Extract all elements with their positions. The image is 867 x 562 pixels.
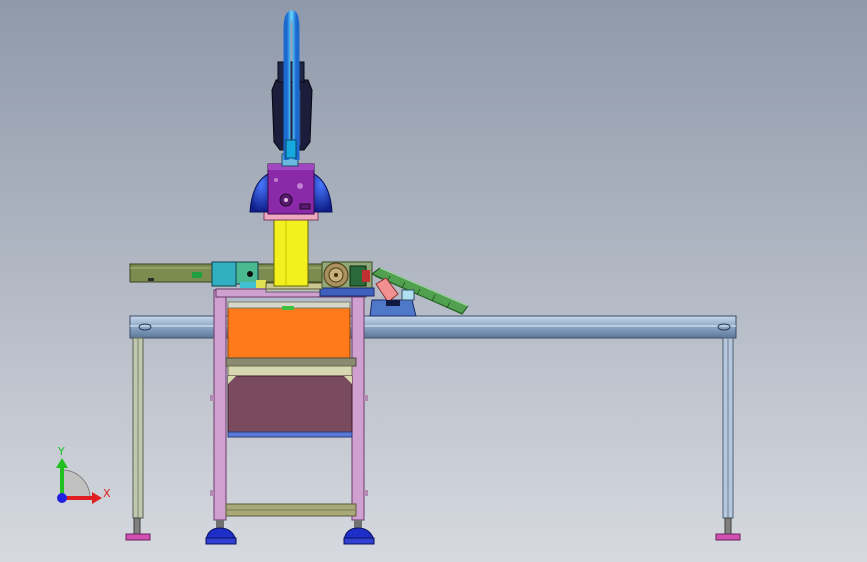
cabinet-post-left[interactable] [213, 289, 227, 521]
bin-shelf [225, 357, 357, 367]
sensor-green [192, 272, 202, 278]
foot-pad-left[interactable] [125, 533, 151, 541]
foot-screw-left [133, 517, 141, 535]
foot-screw-right [724, 517, 732, 535]
maroon-box[interactable] [227, 375, 353, 435]
cad-model-canvas[interactable]: Y X [0, 0, 867, 562]
orange-bin[interactable] [227, 305, 351, 363]
foot-pad-right[interactable] [715, 533, 741, 541]
y-axis-label: Y [57, 445, 65, 458]
x-axis-label: X [103, 487, 111, 500]
middle-rail [227, 365, 353, 377]
motor-encoder [277, 61, 305, 83]
cabinet[interactable] [205, 288, 375, 545]
yellow-column[interactable] [273, 219, 309, 287]
conveyor-block-teal [211, 261, 237, 287]
conveyor-block-yellow [256, 280, 266, 288]
blue-shelf [227, 431, 353, 438]
cad-viewport[interactable]: Y X [0, 0, 867, 562]
cabinet-post-right[interactable] [351, 289, 365, 521]
z-axis-dot [57, 493, 67, 503]
conveyor-block-green [235, 261, 259, 285]
bin-handle [282, 306, 294, 310]
